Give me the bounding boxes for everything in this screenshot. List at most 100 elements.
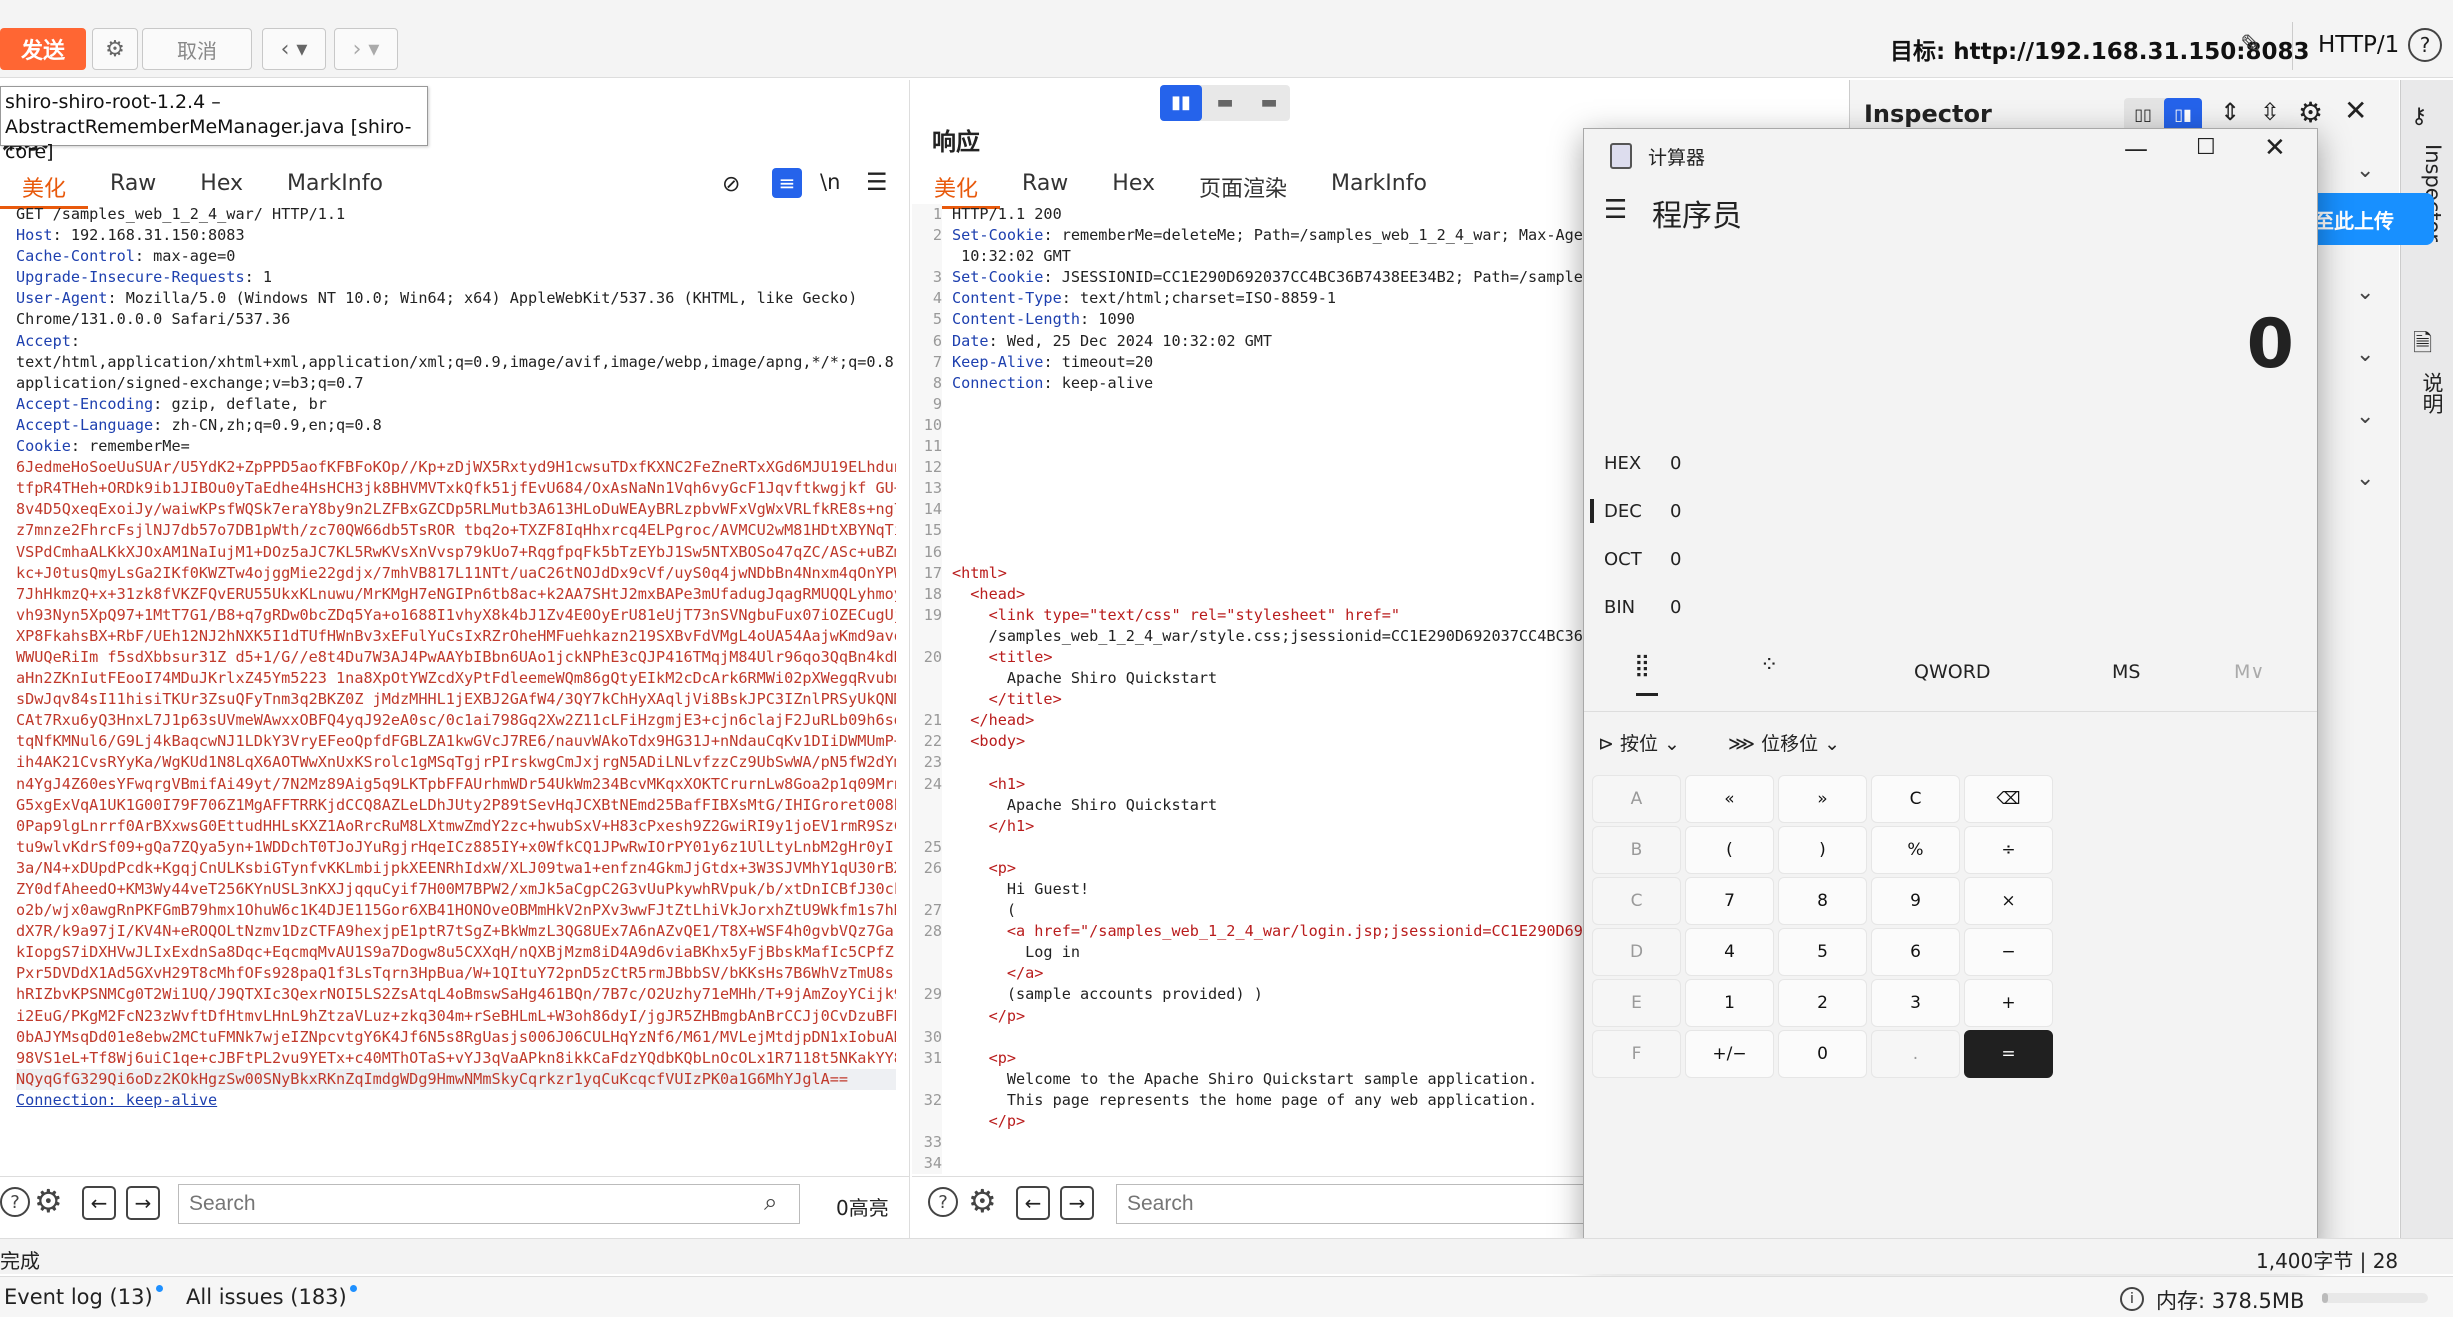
chevron-left-icon: ‹ ▾ bbox=[280, 36, 308, 62]
calc-key[interactable]: F bbox=[1592, 1030, 1681, 1078]
chevron-down-icon[interactable]: ⌄ bbox=[2356, 342, 2374, 367]
info-icon[interactable]: i bbox=[2120, 1287, 2144, 1311]
expand-icon[interactable]: ⇕ bbox=[2220, 98, 2240, 126]
split-rows-icon[interactable]: ▬ bbox=[1204, 85, 1246, 121]
bitwise-dropdown[interactable]: ⊳ 按位 ⌄ bbox=[1598, 729, 1680, 756]
calc-key[interactable]: % bbox=[1871, 826, 1960, 874]
calc-key[interactable]: ÷ bbox=[1964, 826, 2053, 874]
calc-key[interactable]: + bbox=[1964, 979, 2053, 1027]
inspector-side-icon[interactable]: ⚷ bbox=[2411, 104, 2427, 129]
panel-right-icon[interactable]: ▯▮ bbox=[2164, 98, 2202, 132]
arrow-left-icon[interactable]: ← bbox=[1016, 1186, 1050, 1220]
newline-toggle[interactable]: \n bbox=[820, 170, 840, 194]
tab-raw[interactable]: Raw bbox=[1000, 165, 1090, 209]
issues-link[interactable]: All issues (183) bbox=[186, 1285, 357, 1309]
calc-key[interactable]: C bbox=[1871, 775, 1960, 823]
gear-icon[interactable]: ⚙ bbox=[968, 1182, 997, 1220]
calc-key[interactable]: E bbox=[1592, 979, 1681, 1027]
tabs-view-icon[interactable]: ▬ bbox=[1248, 85, 1290, 121]
cancel-button[interactable]: 取消 bbox=[142, 28, 252, 70]
calc-key[interactable]: 3 bbox=[1871, 979, 1960, 1027]
help-icon[interactable]: ? bbox=[0, 1187, 30, 1217]
forward-button[interactable]: › ▾ bbox=[334, 28, 398, 70]
gear-icon[interactable]: ⚙ bbox=[34, 1182, 63, 1220]
word-size-button[interactable]: QWORD bbox=[1914, 661, 1991, 683]
calc-key[interactable]: = bbox=[1964, 1030, 2053, 1078]
calc-key[interactable]: 1 bbox=[1685, 979, 1774, 1027]
memory-store-button[interactable]: MS bbox=[2112, 661, 2140, 683]
header-name: Content-Type bbox=[952, 289, 1062, 308]
chevron-down-icon[interactable]: ⌄ bbox=[2356, 158, 2374, 183]
radix-oct[interactable]: OCT 0 bbox=[1604, 549, 1681, 570]
edit-icon[interactable]: ✎ bbox=[2240, 30, 2262, 60]
tab-render[interactable]: 页面渲染 bbox=[1177, 165, 1309, 209]
close-button[interactable]: ✕ bbox=[2264, 133, 2286, 163]
calc-key[interactable]: » bbox=[1778, 775, 1867, 823]
line-number: 19 bbox=[923, 605, 942, 624]
chevron-down-icon[interactable]: ⌄ bbox=[2356, 280, 2374, 305]
tab-raw[interactable]: Raw bbox=[88, 165, 178, 209]
menu-icon[interactable]: ☰ bbox=[866, 168, 888, 196]
radix-dec[interactable]: DEC 0 bbox=[1604, 501, 1681, 522]
close-icon[interactable]: ✕ bbox=[2344, 94, 2367, 127]
chevron-down-icon[interactable]: ⌄ bbox=[2356, 466, 2374, 491]
keypad-icon[interactable]: ⣿ bbox=[1634, 653, 1650, 678]
calc-key[interactable]: . bbox=[1871, 1030, 1960, 1078]
calc-key[interactable]: 8 bbox=[1778, 877, 1867, 925]
tab-markinfo[interactable]: MarkInfo bbox=[1309, 165, 1449, 209]
settings-button[interactable]: ⚙ bbox=[92, 28, 138, 70]
notes-side-tab[interactable]: 说明 bbox=[2413, 372, 2447, 414]
calc-key[interactable]: A bbox=[1592, 775, 1681, 823]
calc-key[interactable]: 0 bbox=[1778, 1030, 1867, 1078]
bitshift-dropdown[interactable]: ⋙ 位移位 ⌄ bbox=[1728, 729, 1840, 756]
tab-pretty[interactable]: 美化 bbox=[0, 165, 89, 209]
calc-key[interactable]: 5 bbox=[1778, 928, 1867, 976]
collapse-icon[interactable]: ⇳ bbox=[2260, 98, 2280, 126]
arrow-right-icon[interactable]: → bbox=[126, 1186, 160, 1220]
memory-view-button[interactable]: M∨ bbox=[2234, 661, 2264, 683]
http-version[interactable]: HTTP/1 bbox=[2318, 32, 2399, 58]
wrap-icon[interactable]: ≡ bbox=[772, 168, 802, 198]
calc-key[interactable]: 4 bbox=[1685, 928, 1774, 976]
bit-toggle-icon[interactable]: ⁘ bbox=[1760, 653, 1778, 678]
tab-markinfo[interactable]: MarkInfo bbox=[265, 165, 405, 209]
calc-key[interactable]: − bbox=[1964, 928, 2053, 976]
calc-key[interactable]: 2 bbox=[1778, 979, 1867, 1027]
calc-key[interactable]: 7 bbox=[1685, 877, 1774, 925]
calc-key[interactable]: 6 bbox=[1871, 928, 1960, 976]
hamburger-icon[interactable]: ☰ bbox=[1604, 195, 1627, 225]
calc-key[interactable]: B bbox=[1592, 826, 1681, 874]
split-columns-icon[interactable]: ▮▮ bbox=[1160, 85, 1202, 121]
calc-key[interactable]: ⌫ bbox=[1964, 775, 2053, 823]
arrow-right-icon[interactable]: → bbox=[1060, 1186, 1094, 1220]
calc-key[interactable]: ( bbox=[1685, 826, 1774, 874]
calc-key[interactable]: 9 bbox=[1871, 877, 1960, 925]
tab-hex[interactable]: Hex bbox=[178, 165, 265, 209]
panel-left-icon[interactable]: ▯▯ bbox=[2124, 98, 2162, 132]
back-button[interactable]: ‹ ▾ bbox=[262, 28, 326, 70]
help-icon[interactable]: ? bbox=[2408, 28, 2442, 62]
arrow-left-icon[interactable]: ← bbox=[82, 1186, 116, 1220]
hide-icon[interactable]: ⊘ bbox=[722, 172, 740, 197]
radix-hex[interactable]: HEX 0 bbox=[1604, 453, 1681, 474]
tooltip-line: AbstractRememberMeManager.java [shiro-co… bbox=[5, 116, 412, 163]
calc-key[interactable]: ) bbox=[1778, 826, 1867, 874]
maximize-button[interactable]: ☐ bbox=[2196, 135, 2216, 160]
event-log-link[interactable]: Event log (13) bbox=[4, 1285, 163, 1309]
gear-icon[interactable]: ⚙ bbox=[2298, 96, 2323, 129]
calc-key[interactable]: C bbox=[1592, 877, 1681, 925]
calc-key[interactable]: D bbox=[1592, 928, 1681, 976]
radix-bin[interactable]: BIN 0 bbox=[1604, 597, 1681, 618]
tab-hex[interactable]: Hex bbox=[1090, 165, 1177, 209]
tab-pretty[interactable]: 美化 bbox=[912, 165, 1001, 209]
minimize-button[interactable]: — bbox=[2124, 135, 2148, 163]
calc-key[interactable]: +/− bbox=[1685, 1030, 1774, 1078]
help-icon[interactable]: ? bbox=[928, 1187, 958, 1217]
calc-key[interactable]: « bbox=[1685, 775, 1774, 823]
request-editor[interactable]: GET /samples_web_1_2_4_war/ HTTP/1.1 Host… bbox=[16, 204, 896, 1204]
chevron-down-icon[interactable]: ⌄ bbox=[2356, 404, 2374, 429]
request-search-input[interactable] bbox=[178, 1184, 800, 1224]
calc-key[interactable]: × bbox=[1964, 877, 2053, 925]
send-button[interactable]: 发送 bbox=[0, 28, 86, 70]
document-icon[interactable]: 🗎 bbox=[2413, 326, 2432, 367]
